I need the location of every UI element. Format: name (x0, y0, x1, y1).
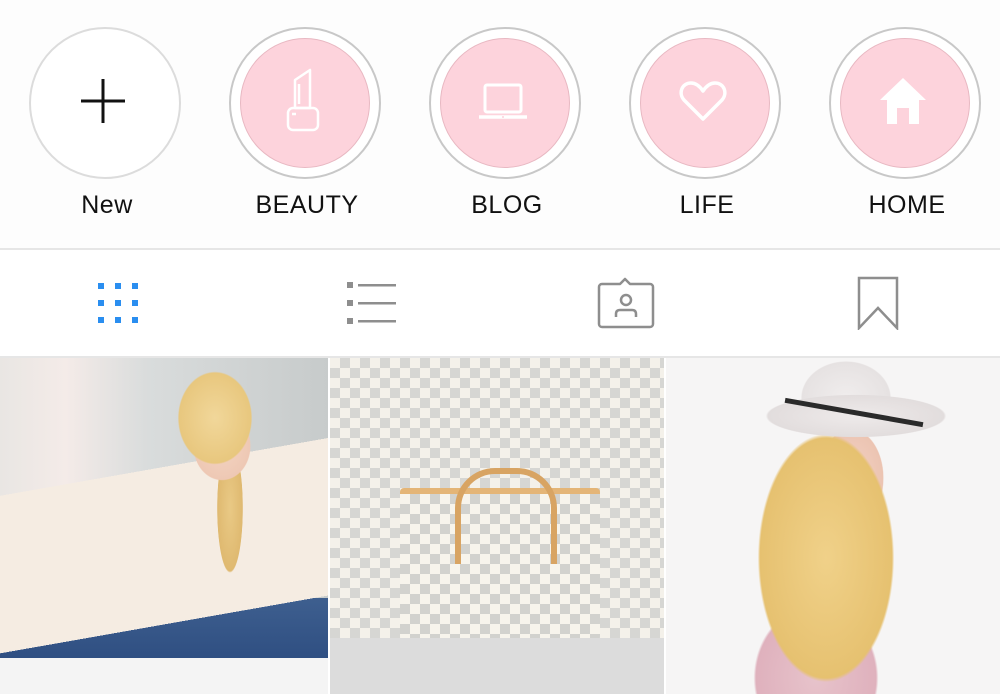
story-highlights-row: New BEAUTY BLOG LIFE HOME (0, 0, 1000, 248)
bookmark-icon (857, 276, 899, 330)
post-thumbnail-2[interactable] (330, 358, 664, 694)
laptop-icon (427, 25, 579, 177)
posts-grid (0, 358, 1000, 694)
hat-band-detail (784, 397, 924, 428)
tab-tagged[interactable] (586, 268, 666, 338)
plus-icon (27, 25, 179, 177)
grid-icon (98, 283, 138, 323)
tab-list-view[interactable] (332, 268, 412, 338)
post-thumbnail-1[interactable] (0, 358, 328, 694)
lipstick-icon (227, 25, 379, 177)
tab-grid-view[interactable] (78, 268, 158, 338)
highlight-blog[interactable]: BLOG (427, 25, 587, 235)
profile-view-tabs (0, 250, 1000, 356)
highlight-beauty[interactable]: BEAUTY (227, 25, 387, 235)
bag-handle-detail (455, 468, 557, 564)
highlight-new[interactable]: New (27, 25, 187, 235)
tab-saved[interactable] (838, 268, 918, 338)
highlight-label: HOME (868, 191, 946, 219)
highlight-label: LIFE (679, 191, 735, 219)
highlight-life[interactable]: LIFE (627, 25, 787, 235)
house-icon (827, 25, 979, 177)
tagged-person-icon (597, 277, 655, 329)
highlight-label: BLOG (471, 191, 543, 219)
highlight-label: BEAUTY (255, 191, 359, 219)
highlight-label: New (81, 191, 133, 219)
list-icon (347, 282, 396, 324)
heart-icon (627, 25, 779, 177)
post-thumbnail-3[interactable] (666, 358, 1000, 694)
floor-image-detail (330, 638, 664, 694)
highlight-home[interactable]: HOME (827, 25, 987, 235)
